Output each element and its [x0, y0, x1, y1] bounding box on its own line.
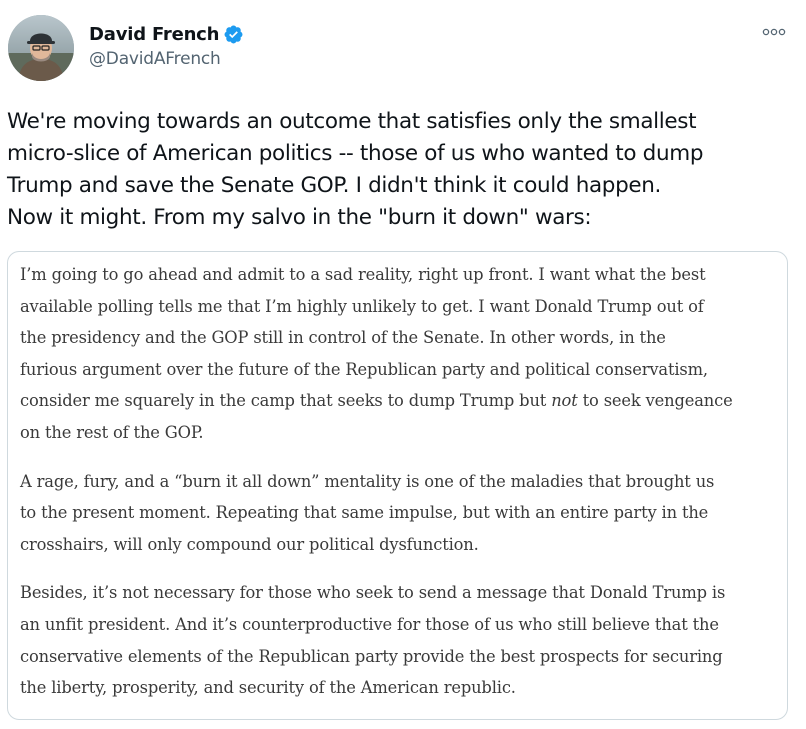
more-options-button[interactable]	[760, 22, 788, 42]
excerpt-line: consider me squarely in the camp that se…	[20, 385, 785, 417]
display-name[interactable]: David French	[89, 24, 219, 45]
excerpt-line: an unfit president. And it’s counterprod…	[20, 614, 719, 634]
excerpt-emphasis: not	[551, 391, 578, 411]
excerpt-text: to seek vengeance	[577, 391, 733, 411]
excerpt-line: on the rest of the GOP.	[20, 422, 204, 442]
excerpt-line: I’m going to go ahead and admit to a sad…	[20, 265, 706, 284]
excerpt-line: to the present moment. Repeating that sa…	[20, 503, 709, 523]
excerpt-text: consider me squarely in the camp that se…	[20, 391, 552, 411]
excerpt-paragraph-3: Besides, it’s not necessary for those wh…	[20, 577, 785, 703]
tweet-text-line: We're moving towards an outcome that sat…	[7, 109, 697, 134]
attached-image[interactable]: I’m going to go ahead and admit to a sad…	[7, 251, 788, 720]
excerpt-line: crosshairs, will only compound our polit…	[20, 534, 479, 554]
excerpt-line: furious argument over the future of the …	[20, 359, 708, 379]
author-block: David French @DavidAFrench	[89, 21, 244, 69]
avatar[interactable]	[8, 15, 74, 81]
tweet-text-line: micro-slice of American politics -- thos…	[7, 141, 704, 166]
excerpt-line: available polling tells me that I’m high…	[20, 296, 704, 316]
tweet-text: We're moving towards an outcome that sat…	[7, 106, 797, 234]
excerpt-paragraph-1: I’m going to go ahead and admit to a sad…	[20, 259, 785, 449]
excerpt-line: conservative elements of the Republican …	[20, 646, 723, 666]
excerpt-paragraph-2: A rage, fury, and a “burn it all down” m…	[20, 466, 785, 561]
quoted-article-excerpt: I’m going to go ahead and admit to a sad…	[20, 259, 785, 721]
excerpt-line: A rage, fury, and a “burn it all down” m…	[20, 471, 715, 491]
more-horizontal-icon	[762, 28, 786, 36]
handle[interactable]: @DavidAFrench	[89, 49, 244, 69]
excerpt-line: the liberty, prosperity, and security of…	[20, 678, 516, 698]
tweet-text-line: Now it might. From my salvo in the "burn…	[7, 205, 592, 230]
verified-badge-icon	[223, 24, 244, 45]
tweet-card: David French @DavidAFrench We're moving …	[0, 0, 806, 729]
name-row: David French	[89, 21, 244, 47]
tweet-text-line: Trump and save the Senate GOP. I didn't …	[7, 173, 662, 198]
excerpt-line: Besides, it’s not necessary for those wh…	[20, 583, 726, 603]
excerpt-line: the presidency and the GOP still in cont…	[20, 328, 666, 348]
